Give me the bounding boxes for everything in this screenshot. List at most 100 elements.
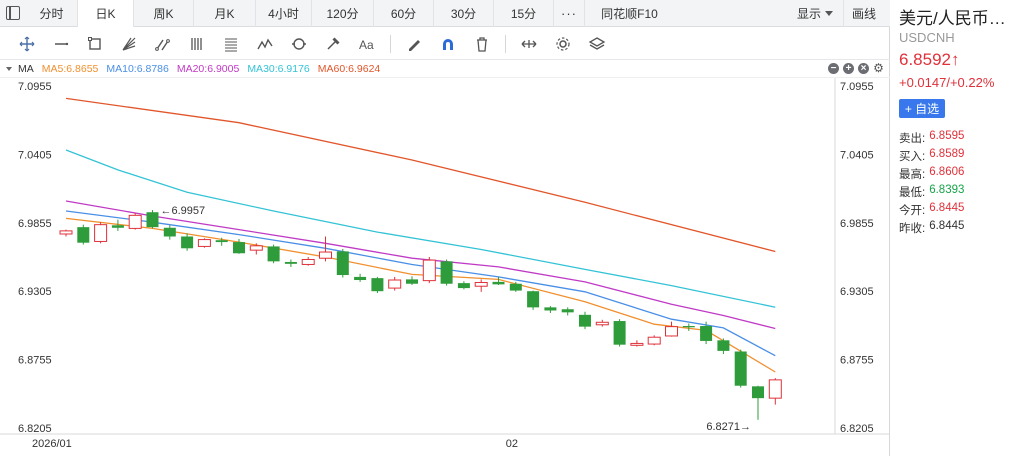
candle: [595, 319, 609, 327]
settings-icon[interactable]: [546, 29, 580, 59]
y-tick-label-right: 7.0405: [840, 149, 874, 161]
toggle-left-panel-button[interactable]: [0, 0, 26, 27]
horizontal-line-icon[interactable]: [44, 29, 78, 59]
x-tick-label: 02: [506, 438, 518, 450]
trend-lines-icon[interactable]: [146, 29, 180, 59]
y-tick-label-left: 6.8755: [18, 355, 52, 367]
quote-row-label: 买入:: [899, 151, 926, 163]
ma-legend-item: MA20:6.9005: [176, 63, 240, 75]
candle-body: [544, 307, 557, 311]
candle: [717, 338, 730, 355]
y-tick-label-right: 7.0955: [840, 81, 874, 93]
layers-icon[interactable]: [580, 29, 614, 59]
cycle-icon[interactable]: [282, 29, 316, 59]
candle-body: [579, 314, 591, 327]
candle: [579, 311, 591, 330]
candle-body: [734, 351, 747, 386]
ma-line-ma20: [65, 200, 776, 330]
y-tick-label-right: 6.8205: [840, 423, 874, 435]
f10-button[interactable]: 同花顺F10: [584, 0, 674, 27]
candle-body: [752, 386, 764, 399]
hammer-icon[interactable]: [316, 29, 350, 59]
ma-line-ma5: [65, 217, 776, 373]
candle-body: [630, 342, 644, 346]
period-tab[interactable]: 分时: [26, 0, 78, 27]
candle: [544, 306, 557, 313]
collapse-caret-icon[interactable]: [6, 67, 12, 71]
period-tab[interactable]: 周K: [134, 0, 194, 27]
period-tabs: 分时 日K 周K 月K 4小时 120分 60分 30分 15分: [26, 0, 554, 27]
text-icon[interactable]: Aa: [350, 29, 384, 59]
magnet-icon[interactable]: [431, 29, 465, 59]
candle-body: [647, 336, 661, 345]
candle-body: [301, 258, 315, 265]
candlestick-chart[interactable]: 7.0955 7.0955 7.0405 7.0405 6.9855 6.9855 6.93…: [0, 78, 889, 456]
candle-body: [422, 259, 436, 282]
period-tab[interactable]: 15分: [494, 0, 554, 27]
candle: [59, 229, 73, 237]
quote-row: 最高: 6.8606: [899, 166, 964, 182]
ma-legend-item: MA30:6.9176: [247, 63, 310, 75]
width-icon[interactable]: [512, 29, 546, 59]
quote-row-value: 6.8445: [929, 202, 965, 214]
parallel-channel-icon[interactable]: [180, 29, 214, 59]
period-tab[interactable]: 120分: [312, 0, 374, 27]
draw-lines-button[interactable]: 画线: [842, 0, 890, 27]
candle-body: [527, 291, 540, 308]
eraser-pen-icon[interactable]: [397, 29, 431, 59]
candle: [301, 257, 315, 266]
period-tab[interactable]: 60分: [374, 0, 434, 27]
toolbar-divider: [390, 34, 391, 53]
candle-body: [146, 212, 159, 228]
close-indicator-icon[interactable]: ×: [858, 63, 869, 74]
instrument-title: 美元/人民币…: [899, 9, 1006, 28]
rectangle-icon[interactable]: [78, 29, 112, 59]
quote-row-value: 6.8589: [929, 148, 965, 160]
candle: [682, 323, 695, 331]
wave-icon[interactable]: [248, 29, 282, 59]
indicator-settings-icon[interactable]: ⚙: [873, 62, 884, 74]
display-dropdown[interactable]: 显示: [797, 5, 843, 22]
quote-row-label: 最低:: [899, 187, 926, 199]
y-tick-label-right: 6.8755: [840, 355, 874, 367]
y-tick-label-left: 6.9855: [18, 218, 52, 230]
period-tab[interactable]: 30分: [434, 0, 494, 27]
candle: [94, 222, 108, 244]
zoom-in-icon[interactable]: +: [843, 63, 854, 74]
candle-body: [59, 230, 73, 235]
drawing-toolbar: Aa: [0, 28, 890, 60]
candle-body: [181, 236, 194, 249]
candle-body: [233, 242, 245, 254]
period-tab[interactable]: 月K: [194, 0, 256, 27]
candle: [734, 349, 747, 388]
add-watchlist-button[interactable]: + 自选: [899, 99, 945, 118]
svg-text:Aa: Aa: [359, 38, 374, 52]
fibonacci-icon[interactable]: [214, 29, 248, 59]
candle: [457, 281, 470, 290]
candle-body: [717, 340, 730, 351]
candle-body: [111, 225, 124, 228]
crosshair-icon[interactable]: [10, 29, 44, 59]
quote-row-label: 昨收:: [899, 223, 926, 235]
candle-body: [354, 276, 367, 281]
quote-row-label: 最高:: [899, 169, 926, 181]
y-tick-label-right: 6.9855: [840, 218, 874, 230]
period-tab[interactable]: 4小时: [256, 0, 312, 27]
price-change: +0.0147/+0.22%: [899, 75, 995, 90]
period-tab[interactable]: 日K: [78, 0, 134, 27]
trash-icon[interactable]: [465, 29, 499, 59]
quote-row-label: 卖出:: [899, 133, 926, 145]
quote-row-value: 6.8445: [929, 220, 965, 232]
y-tick-label-right: 6.9305: [840, 286, 874, 298]
instrument-code: USDCNH: [899, 30, 955, 45]
y-tick-label-left: 6.9305: [18, 286, 52, 298]
zoom-out-icon[interactable]: −: [828, 63, 839, 74]
candle-body: [77, 227, 90, 243]
ma-legend-item: MA5:6.8655: [41, 63, 99, 75]
candle: [354, 273, 367, 282]
candle: [700, 321, 713, 345]
more-periods-button[interactable]: ···: [554, 0, 584, 27]
candle-body: [163, 227, 176, 237]
candle-body: [682, 326, 695, 328]
fan-icon[interactable]: [112, 29, 146, 59]
